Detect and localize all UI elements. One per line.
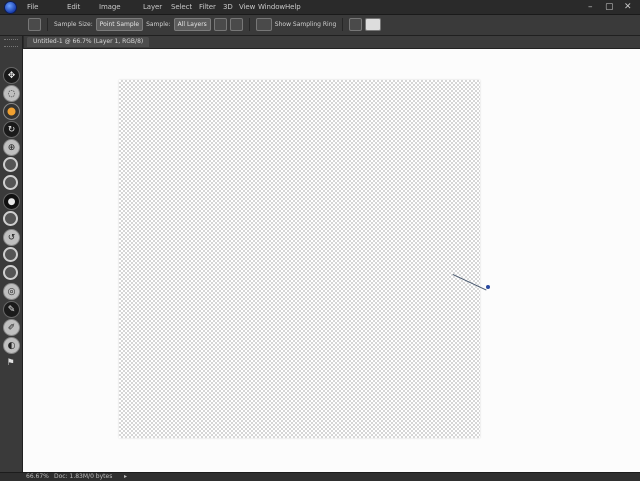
path-selection-tool-icon[interactable]: ⚑: [3, 355, 18, 370]
menu-view[interactable]: View: [239, 3, 255, 11]
sample-select[interactable]: All Layers: [173, 18, 211, 31]
gradient-tool-icon[interactable]: [3, 265, 18, 280]
minimize-icon[interactable]: –: [588, 2, 593, 12]
cursor-icon: [486, 285, 490, 289]
document-tab[interactable]: Untitled-1 @ 66.7% (Layer 1, RGB/8): [27, 37, 150, 47]
menu-help[interactable]: Help: [285, 3, 301, 11]
pen-tool-icon[interactable]: ✐: [3, 319, 20, 336]
transparent-canvas[interactable]: [119, 80, 480, 438]
tools-panel: ✥ ◌ ↻ ⊕ ● ↺ ◎ ✎ ✐ ◐ ⚑: [0, 36, 23, 472]
menu-bar: File Edit Image Layer Select Filter 3D V…: [0, 0, 640, 15]
show-ring-checkbox[interactable]: [255, 18, 272, 31]
healing-brush-tool-icon[interactable]: [3, 175, 18, 190]
eyedropper-preset-icon[interactable]: [28, 18, 41, 31]
type-tool-icon[interactable]: ◐: [3, 337, 20, 354]
menu-file[interactable]: File: [27, 3, 38, 11]
history-brush-tool-icon[interactable]: ↺: [3, 229, 20, 246]
sample-size-label: Sample Size:: [54, 21, 93, 28]
sampling-options-icon[interactable]: [229, 18, 243, 31]
menu-select[interactable]: Select: [171, 3, 192, 11]
quick-select-tool-icon[interactable]: ↻: [3, 121, 20, 138]
divider: [47, 18, 48, 31]
workspace-icon[interactable]: [365, 18, 382, 31]
show-ring-label: Show Sampling Ring: [274, 21, 337, 28]
eyedropper-tool-icon[interactable]: [3, 157, 18, 172]
lasso-tool-icon[interactable]: [3, 103, 20, 120]
panel-grip-icon[interactable]: [4, 39, 18, 47]
move-tool-icon[interactable]: ✥: [3, 67, 20, 84]
menu-layer[interactable]: Layer: [143, 3, 162, 11]
sample-label: Sample:: [146, 21, 171, 28]
document-tab-strip: Untitled-1 @ 66.7% (Layer 1, RGB/8): [24, 36, 640, 49]
app-logo-icon[interactable]: [4, 1, 17, 14]
workspace[interactable]: [23, 49, 640, 472]
eraser-tool-icon[interactable]: [3, 247, 18, 262]
menu-window[interactable]: Window: [258, 3, 285, 11]
menu-3d[interactable]: 3D: [223, 3, 233, 11]
marquee-tool-icon[interactable]: ◌: [3, 85, 20, 102]
menu-edit[interactable]: Edit: [67, 3, 80, 11]
blur-tool-icon[interactable]: ◎: [3, 283, 20, 300]
sample-size-select[interactable]: Point Sample: [95, 18, 144, 31]
menu-filter[interactable]: Filter: [199, 3, 216, 11]
brush-tool-icon[interactable]: ●: [3, 193, 20, 210]
dodge-tool-icon[interactable]: ✎: [3, 301, 20, 318]
options-bar: Sample Size: Point Sample Sample: All La…: [0, 15, 640, 36]
close-icon[interactable]: ✕: [624, 2, 632, 12]
maximize-icon[interactable]: ▢: [605, 2, 614, 12]
clone-stamp-tool-icon[interactable]: [3, 211, 18, 226]
menu-image[interactable]: Image: [99, 3, 121, 11]
divider: [342, 18, 344, 31]
divider: [248, 18, 250, 31]
arrange-icon[interactable]: [349, 18, 363, 31]
sample-all-layers-icon[interactable]: [213, 18, 227, 31]
crop-tool-icon[interactable]: ⊕: [3, 139, 20, 156]
